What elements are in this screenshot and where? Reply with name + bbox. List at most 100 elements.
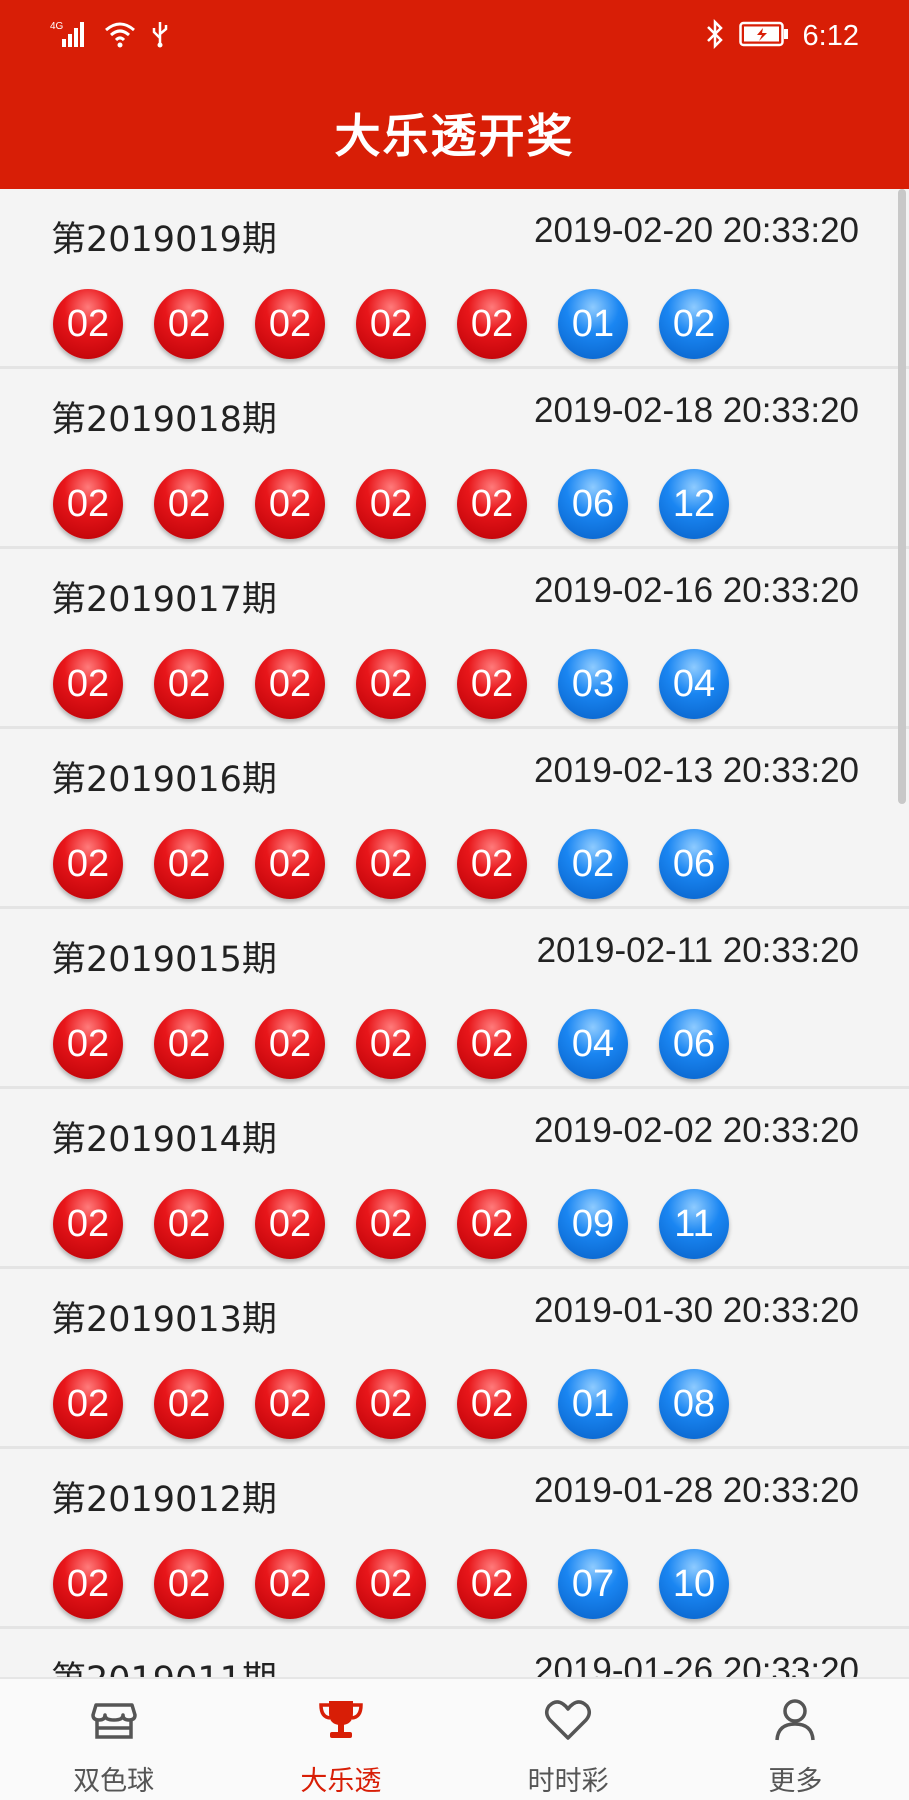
red-ball: 02 bbox=[356, 469, 426, 539]
draw-row[interactable]: 第2019017期 2019-02-16 20:33:20 02 02 02 02 02 03… bbox=[0, 549, 909, 729]
draw-time: 2019-02-13 20:33:20 bbox=[534, 751, 859, 790]
blue-ball: 06 bbox=[558, 469, 628, 539]
user-icon bbox=[768, 1693, 822, 1751]
status-time: 6:12 bbox=[802, 19, 859, 52]
page-title: 大乐透开奖 bbox=[334, 109, 575, 163]
draw-time: 2019-02-02 20:33:20 bbox=[534, 1111, 859, 1150]
red-ball: 02 bbox=[154, 829, 224, 899]
blue-ball: 06 bbox=[659, 829, 729, 899]
blue-ball: 04 bbox=[558, 1009, 628, 1079]
ball-group: 02 02 02 02 02 07 10 bbox=[53, 1549, 729, 1619]
status-right: 6:12 bbox=[705, 18, 859, 53]
red-ball: 02 bbox=[53, 1549, 123, 1619]
bottom-nav: 双色球 大乐透 时时彩 更多 bbox=[0, 1677, 909, 1800]
red-ball: 02 bbox=[255, 289, 325, 359]
draw-time: 2019-01-30 20:33:20 bbox=[534, 1291, 859, 1330]
ball-group: 02 02 02 02 02 09 11 bbox=[53, 1189, 729, 1259]
issue-number: 第2019017期 bbox=[51, 580, 277, 620]
draw-row[interactable]: 第2019012期 2019-01-28 20:33:20 02 02 02 02 02 07… bbox=[0, 1449, 909, 1629]
blue-ball: 03 bbox=[558, 649, 628, 719]
red-ball: 02 bbox=[255, 1189, 325, 1259]
red-ball: 02 bbox=[53, 1189, 123, 1259]
blue-ball: 07 bbox=[558, 1549, 628, 1619]
red-ball: 02 bbox=[154, 1189, 224, 1259]
red-ball: 02 bbox=[457, 1009, 527, 1079]
usb-icon bbox=[150, 20, 170, 52]
draw-row[interactable]: 第2019019期 2019-02-20 20:33:20 02 02 02 02 02 01… bbox=[0, 189, 909, 369]
heart-icon bbox=[541, 1693, 595, 1751]
red-ball: 02 bbox=[255, 649, 325, 719]
ball-group: 02 02 02 02 02 02 06 bbox=[53, 829, 729, 899]
red-ball: 02 bbox=[53, 649, 123, 719]
scrollbar[interactable] bbox=[898, 189, 906, 804]
blue-ball: 04 bbox=[659, 649, 729, 719]
red-ball: 02 bbox=[255, 829, 325, 899]
draw-time: 2019-02-18 20:33:20 bbox=[534, 391, 859, 430]
red-ball: 02 bbox=[154, 289, 224, 359]
red-ball: 02 bbox=[255, 1369, 325, 1439]
blue-ball: 01 bbox=[558, 1369, 628, 1439]
red-ball: 02 bbox=[53, 1369, 123, 1439]
draw-row[interactable]: 第2019015期 2019-02-11 20:33:20 02 02 02 02 02 04… bbox=[0, 909, 909, 1089]
issue-number: 第2019014期 bbox=[51, 1120, 277, 1160]
draw-list[interactable]: 第2019019期 2019-02-20 20:33:20 02 02 02 02 02 01… bbox=[0, 189, 909, 1677]
ball-group: 02 02 02 02 02 06 12 bbox=[53, 469, 729, 539]
draw-time: 2019-01-28 20:33:20 bbox=[534, 1471, 859, 1510]
status-bar: 4G 6:12 bbox=[0, 0, 909, 72]
red-ball: 02 bbox=[154, 1549, 224, 1619]
issue-number: 第2019016期 bbox=[51, 760, 277, 800]
red-ball: 02 bbox=[356, 289, 426, 359]
nav-label: 大乐透 bbox=[300, 1766, 382, 1797]
red-ball: 02 bbox=[457, 1369, 527, 1439]
blue-ball: 10 bbox=[659, 1549, 729, 1619]
red-ball: 02 bbox=[356, 1369, 426, 1439]
nav-label: 时时彩 bbox=[527, 1766, 609, 1797]
red-ball: 02 bbox=[457, 649, 527, 719]
app-header: 4G 6:12 大乐透开奖 bbox=[0, 0, 909, 189]
blue-ball: 01 bbox=[558, 289, 628, 359]
draw-row[interactable]: 第2019011期 2019-01-26 20:33:20 bbox=[0, 1629, 909, 1677]
red-ball: 02 bbox=[255, 469, 325, 539]
draw-row[interactable]: 第2019016期 2019-02-13 20:33:20 02 02 02 02 02 02… bbox=[0, 729, 909, 909]
red-ball: 02 bbox=[154, 1009, 224, 1079]
nav-item-0[interactable]: 双色球 bbox=[0, 1679, 227, 1800]
red-ball: 02 bbox=[255, 1549, 325, 1619]
red-ball: 02 bbox=[356, 1549, 426, 1619]
draw-row[interactable]: 第2019018期 2019-02-18 20:33:20 02 02 02 02 02 06… bbox=[0, 369, 909, 549]
red-ball: 02 bbox=[457, 829, 527, 899]
red-ball: 02 bbox=[154, 469, 224, 539]
red-ball: 02 bbox=[53, 829, 123, 899]
blue-ball: 12 bbox=[659, 469, 729, 539]
red-ball: 02 bbox=[356, 829, 426, 899]
draw-row[interactable]: 第2019014期 2019-02-02 20:33:20 02 02 02 02 02 09… bbox=[0, 1089, 909, 1269]
svg-text:4G: 4G bbox=[50, 21, 64, 32]
issue-number: 第2019012期 bbox=[51, 1480, 277, 1520]
nav-label: 双色球 bbox=[73, 1766, 155, 1797]
issue-number: 第2019013期 bbox=[51, 1300, 277, 1340]
nav-item-3[interactable]: 更多 bbox=[682, 1679, 909, 1800]
blue-ball: 02 bbox=[659, 289, 729, 359]
ball-group: 02 02 02 02 02 03 04 bbox=[53, 649, 729, 719]
red-ball: 02 bbox=[457, 1189, 527, 1259]
bluetooth-icon bbox=[705, 18, 725, 53]
blue-ball: 08 bbox=[659, 1369, 729, 1439]
blue-ball: 09 bbox=[558, 1189, 628, 1259]
red-ball: 02 bbox=[457, 289, 527, 359]
red-ball: 02 bbox=[53, 289, 123, 359]
nav-item-2[interactable]: 时时彩 bbox=[455, 1679, 682, 1800]
red-ball: 02 bbox=[255, 1009, 325, 1079]
nav-item-1[interactable]: 大乐透 bbox=[227, 1679, 454, 1800]
status-left: 4G bbox=[50, 19, 170, 53]
blue-ball: 11 bbox=[659, 1189, 729, 1259]
blue-ball: 02 bbox=[558, 829, 628, 899]
draw-row[interactable]: 第2019013期 2019-01-30 20:33:20 02 02 02 02 02 01… bbox=[0, 1269, 909, 1449]
draw-time: 2019-01-26 20:33:20 bbox=[534, 1651, 859, 1677]
issue-number: 第2019018期 bbox=[51, 400, 277, 440]
signal-icon: 4G bbox=[50, 19, 90, 53]
red-ball: 02 bbox=[457, 1549, 527, 1619]
ball-group: 02 02 02 02 02 01 08 bbox=[53, 1369, 729, 1439]
wifi-icon bbox=[104, 20, 136, 52]
red-ball: 02 bbox=[356, 1189, 426, 1259]
red-ball: 02 bbox=[53, 1009, 123, 1079]
issue-number: 第2019011期 bbox=[51, 1651, 277, 1677]
